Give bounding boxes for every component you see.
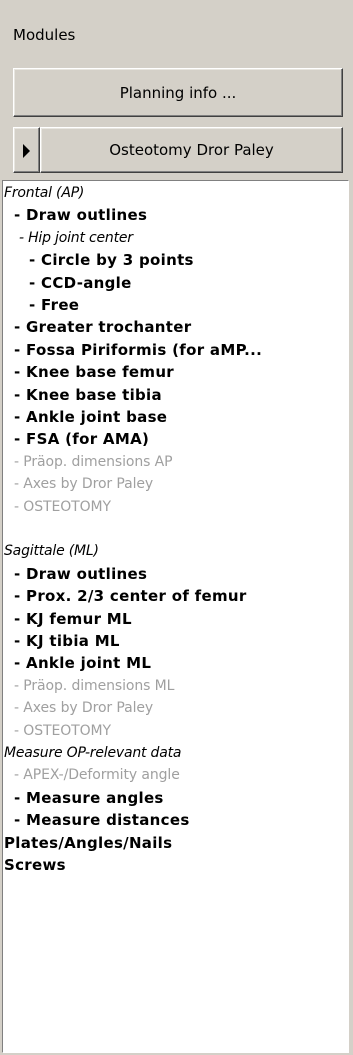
tree-item[interactable]: - Draw outlines [14, 205, 147, 227]
module-name-button[interactable]: Osteotomy Dror Paley [40, 127, 343, 173]
module-step-tree[interactable]: Frontal (AP) - Draw outlines - Hip joint c… [2, 180, 349, 1053]
tree-item: - Präop. dimensions ML [14, 677, 175, 694]
tree-group-heading: Measure OP-relevant data [4, 745, 182, 761]
tree-item: - Axes by Dror Paley [14, 700, 154, 717]
module-selector: Osteotomy Dror Paley [13, 127, 343, 173]
tree-item[interactable]: Screws [4, 855, 66, 877]
tree-item[interactable]: - Greater trochanter [14, 317, 191, 339]
tree-item: - OSTEOTOMY [14, 498, 111, 515]
tree-item[interactable]: - Knee base femur [14, 362, 174, 384]
tree-item[interactable]: - Ankle joint ML [14, 653, 151, 675]
tree-item[interactable]: - CCD-angle [29, 273, 132, 295]
modules-label: Modules [13, 26, 76, 44]
tree-item[interactable]: - Fossa Piriformis (for aMP... [14, 340, 262, 362]
tree-item[interactable]: - Ankle joint base [14, 407, 167, 429]
tree-item[interactable]: Plates/Angles/Nails [4, 833, 172, 855]
tree-group-heading: Frontal (AP) [4, 185, 85, 201]
expand-module-button[interactable] [13, 127, 40, 173]
tree-item[interactable]: - KJ tibia ML [14, 631, 120, 653]
play-arrow-icon [23, 144, 30, 158]
tree-item[interactable]: - Knee base tibia [14, 385, 162, 407]
tree-item[interactable]: - Free [29, 295, 79, 317]
tree-group-heading: - Hip joint center [19, 229, 133, 246]
tree-item[interactable]: - KJ femur ML [14, 609, 132, 631]
tree-item[interactable]: - Measure angles [14, 788, 164, 810]
tree-item[interactable]: - Measure distances [14, 810, 190, 832]
tree-item: - Präop. dimensions AP [14, 453, 173, 470]
planning-info-button[interactable]: Planning info ... [13, 68, 343, 117]
tree-item[interactable]: - Draw outlines [14, 564, 147, 586]
tree-group-heading: Sagittale (ML) [4, 543, 99, 560]
tree-item[interactable]: - Circle by 3 points [29, 250, 194, 272]
tree-item: - Axes by Dror Paley [14, 476, 154, 493]
tree-item[interactable]: - Prox. 2/3 center of femur [14, 586, 247, 608]
tree-item[interactable]: - FSA (for AMA) [14, 429, 149, 451]
tree-item: - OSTEOTOMY [14, 722, 111, 739]
tree-item: - APEX-/Deformity angle [14, 767, 180, 784]
